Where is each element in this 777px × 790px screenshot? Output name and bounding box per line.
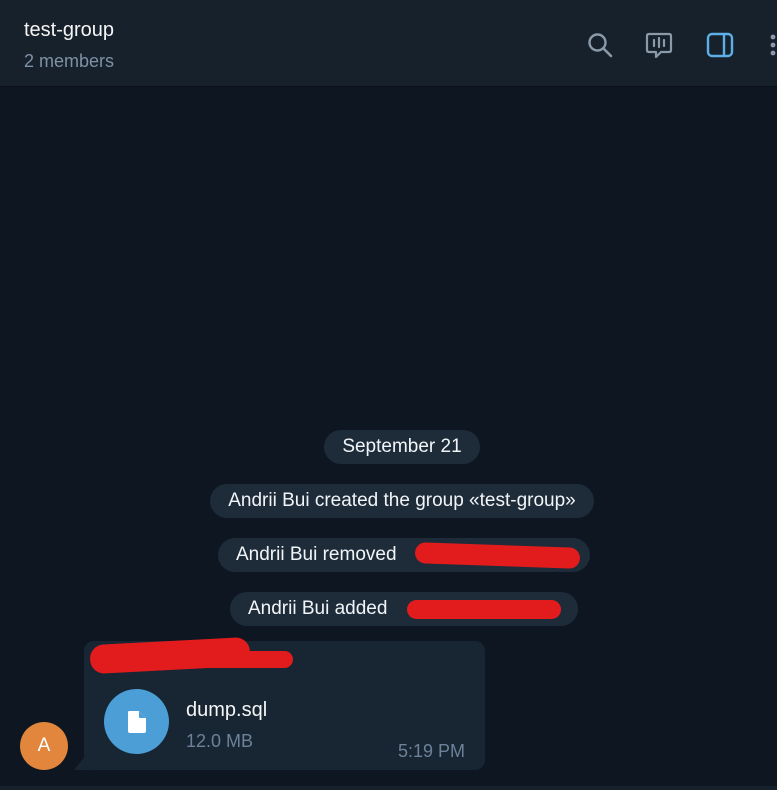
file-name[interactable]: dump.sql [186, 699, 267, 722]
avatar-initial: A [37, 735, 51, 756]
redaction-mark [407, 600, 561, 619]
date-separator: September 21 [324, 430, 480, 464]
file-size: 12.0 MB [186, 731, 254, 751]
redaction-mark [160, 651, 293, 668]
sidebar-toggle-icon[interactable] [705, 30, 735, 60]
file-download-button[interactable] [104, 689, 169, 754]
service-message[interactable]: Andrii Bui created the group «test-group… [210, 484, 594, 518]
composer-divider [0, 786, 777, 790]
member-count[interactable]: 2 members [24, 51, 114, 72]
service-message-text: Andrii Bui removed [236, 544, 397, 565]
more-vertical-icon[interactable] [762, 30, 777, 60]
service-message-row: Andrii Bui created the group «test-group… [0, 484, 777, 518]
date-separator-row: September 21 [0, 430, 777, 464]
search-icon[interactable] [585, 30, 615, 60]
chat-title[interactable]: test-group [24, 19, 114, 42]
chat-header: test-group 2 members [0, 0, 777, 87]
avatar[interactable]: A [20, 722, 68, 770]
service-message-text: Andrii Bui added [248, 598, 388, 619]
document-icon [127, 710, 146, 733]
message-time: 5:19 PM [398, 741, 466, 761]
live-chat-icon[interactable] [644, 30, 674, 60]
